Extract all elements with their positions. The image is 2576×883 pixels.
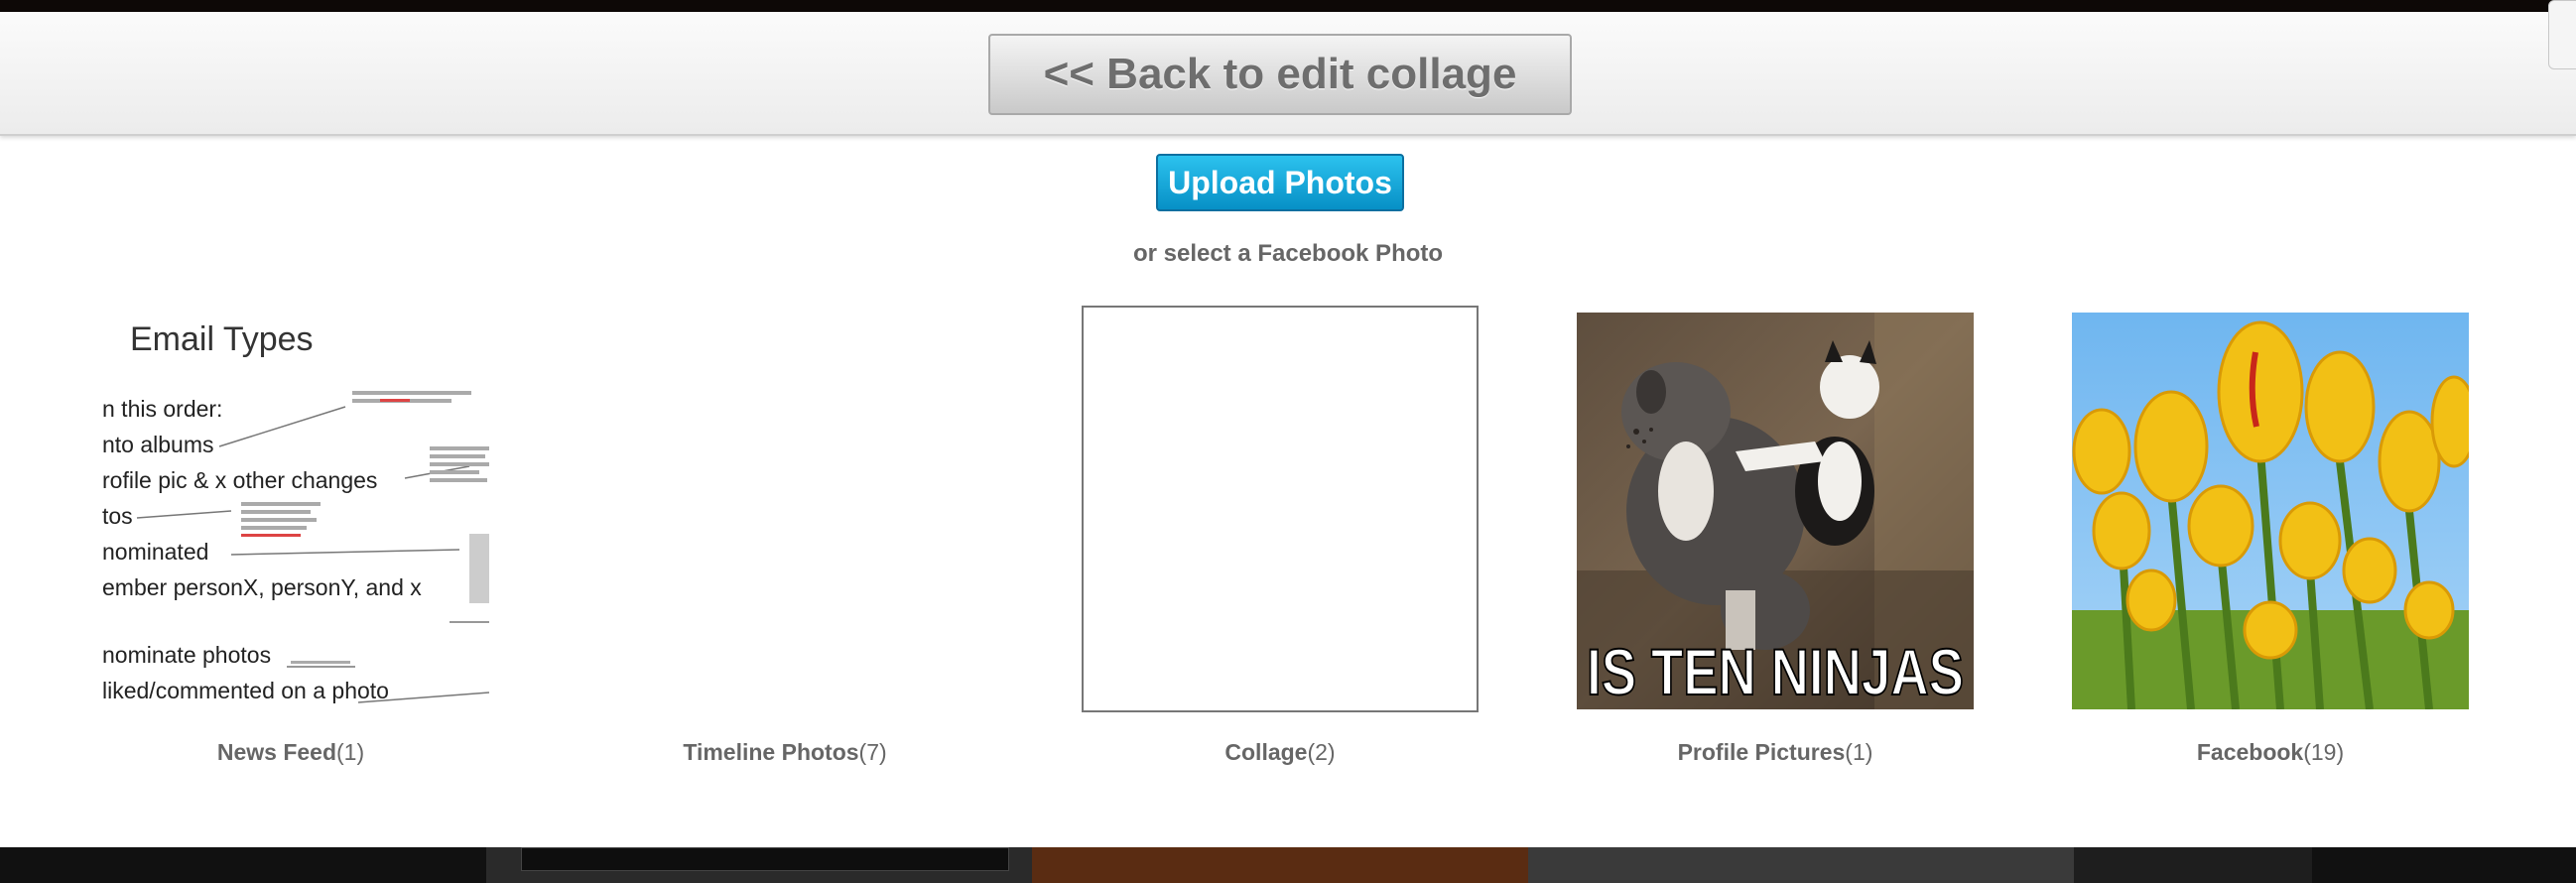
- select-facebook-photo-prompt: or select a Facebook Photo: [1132, 240, 1444, 267]
- album-name: Timeline Photos: [683, 739, 859, 765]
- thumb-doc-title: Email Types: [130, 320, 314, 358]
- thumb-doc-line: n this order:: [102, 396, 222, 422]
- album-name: Profile Pictures: [1677, 739, 1846, 765]
- album-label[interactable]: Facebook(19): [2064, 739, 2477, 766]
- album-thumbnail[interactable]: [1082, 305, 1479, 714]
- thumb-doc-line: ember personX, personY, and x: [102, 574, 422, 600]
- thumb-doc-line: rofile pic & x other changes: [102, 467, 377, 493]
- back-to-edit-collage-button[interactable]: << Back to edit collage: [988, 34, 1572, 115]
- header-bar: << Back to edit collage: [0, 12, 2576, 136]
- yellow-tulips-thumbnail: [2072, 313, 2469, 709]
- album-label[interactable]: News Feed(1): [84, 739, 497, 766]
- album-name: Facebook: [2196, 739, 2304, 765]
- album-name: News Feed: [216, 739, 337, 765]
- thumb-doc-line: liked/commented on a photo: [102, 678, 389, 703]
- album-count: (2): [1307, 739, 1336, 765]
- thumb-doc-line: nominated: [102, 539, 208, 565]
- upload-photos-button[interactable]: Upload Photos: [1156, 154, 1404, 211]
- album-thumbnail[interactable]: [2072, 308, 2469, 714]
- album-label[interactable]: Collage(2): [1074, 739, 1486, 766]
- top-dark-bar: [0, 0, 2576, 12]
- empty-collage-thumbnail: [1082, 305, 1479, 712]
- album-name: Collage: [1224, 739, 1308, 765]
- thumb-doc-line: tos: [102, 503, 133, 529]
- background-collage-strip: [0, 847, 2576, 883]
- album-thumbnail[interactable]: IS TEN NINJAS: [1577, 308, 1974, 714]
- meme-caption: IS TEN NINJAS: [1587, 635, 1964, 708]
- album-count: (1): [336, 739, 365, 765]
- album-thumbnail[interactable]: Email Types n this order: nto albums rof…: [92, 308, 489, 714]
- thumb-doc-line: nominate photos: [102, 642, 271, 668]
- album-count: (1): [1845, 739, 1873, 765]
- dog-cat-meme-thumbnail: IS TEN NINJAS: [1577, 313, 1974, 709]
- album-count: (19): [2303, 739, 2345, 765]
- album-thumbnail[interactable]: [586, 308, 983, 714]
- corner-tab[interactable]: [2548, 0, 2576, 69]
- email-types-document-thumbnail: Email Types n this order: nto albums rof…: [92, 308, 489, 714]
- thumb-doc-line: nto albums: [102, 432, 214, 457]
- album-count: (7): [858, 739, 887, 765]
- album-label[interactable]: Timeline Photos(7): [579, 739, 991, 766]
- album-label[interactable]: Profile Pictures(1): [1569, 739, 1982, 766]
